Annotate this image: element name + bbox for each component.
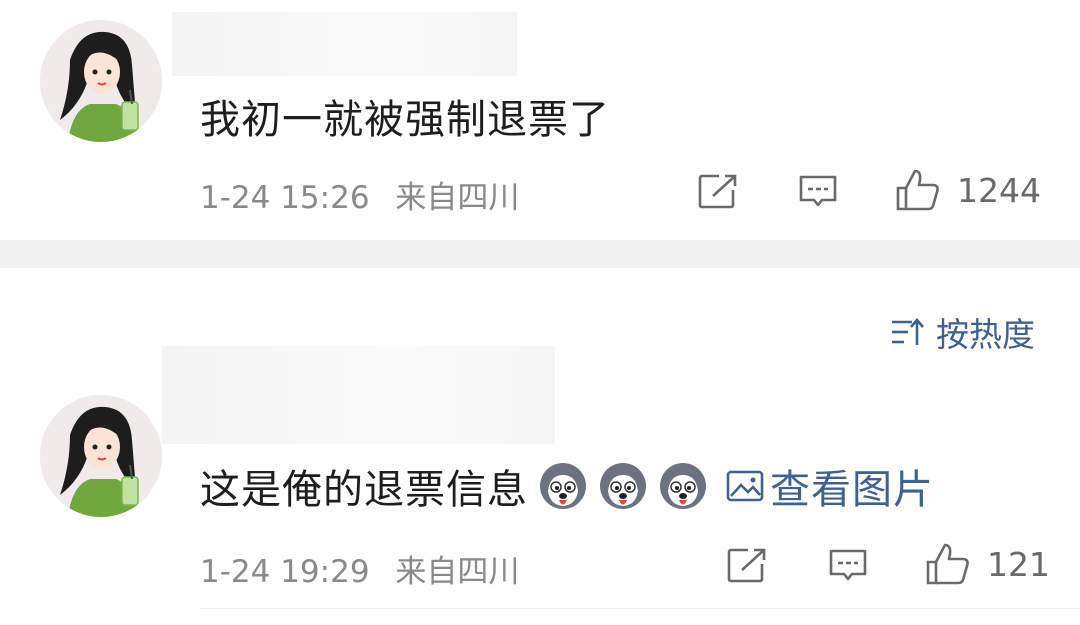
like-count: 1244 [957, 170, 1041, 210]
username-redacted [162, 346, 555, 444]
husky-emoji [658, 461, 708, 511]
divider [200, 608, 1080, 609]
comment-meta: 1-24 15:26 来自四川 [200, 172, 519, 217]
sort-label: 按热度 [936, 315, 1035, 354]
comment-meta: 1-24 19:29 来自四川 [200, 546, 519, 591]
comment-date: 1-24 15:26 [200, 180, 370, 216]
sort-by-hot-button[interactable]: 按热度 [890, 308, 1035, 356]
comment-text: 这是俺的退票信息 [200, 467, 528, 513]
share-button[interactable] [726, 546, 768, 584]
like-icon [896, 169, 939, 211]
view-image-link[interactable]: 查看图片 [726, 457, 934, 515]
comment-date: 1-24 19:29 [200, 554, 370, 590]
sort-icon [892, 318, 924, 345]
share-icon [727, 548, 766, 583]
husky-emoji [598, 461, 648, 511]
husky-emoji [538, 461, 588, 511]
comment-2: 按热度 这是俺的退票信息 查看图片 1-24 19:29 来自四川 121 [0, 268, 1080, 625]
like-count: 121 [987, 544, 1050, 584]
share-button[interactable] [697, 172, 739, 210]
comment-location: 来自四川 [395, 554, 520, 590]
reply-button[interactable] [797, 172, 839, 210]
comment-text: 我初一就被强制退票了 [200, 97, 610, 143]
share-icon [698, 174, 737, 209]
avatar[interactable] [40, 20, 162, 142]
like-button[interactable]: 1244 [895, 168, 1041, 212]
like-icon [926, 543, 969, 585]
comment-text-row: 这是俺的退票信息 查看图片 [200, 457, 934, 515]
comment-location: 来自四川 [395, 180, 520, 216]
reply-icon [799, 175, 837, 207]
reply-icon [829, 549, 867, 581]
reply-button[interactable] [827, 546, 869, 584]
section-divider [0, 240, 1080, 268]
view-image-label: 查看图片 [770, 467, 934, 513]
image-icon [726, 470, 764, 502]
comment-1: 我初一就被强制退票了 1-24 15:26 来自四川 1244 [0, 0, 1080, 240]
avatar[interactable] [40, 395, 162, 517]
username-redacted [172, 12, 517, 76]
like-button[interactable]: 121 [925, 542, 1050, 586]
